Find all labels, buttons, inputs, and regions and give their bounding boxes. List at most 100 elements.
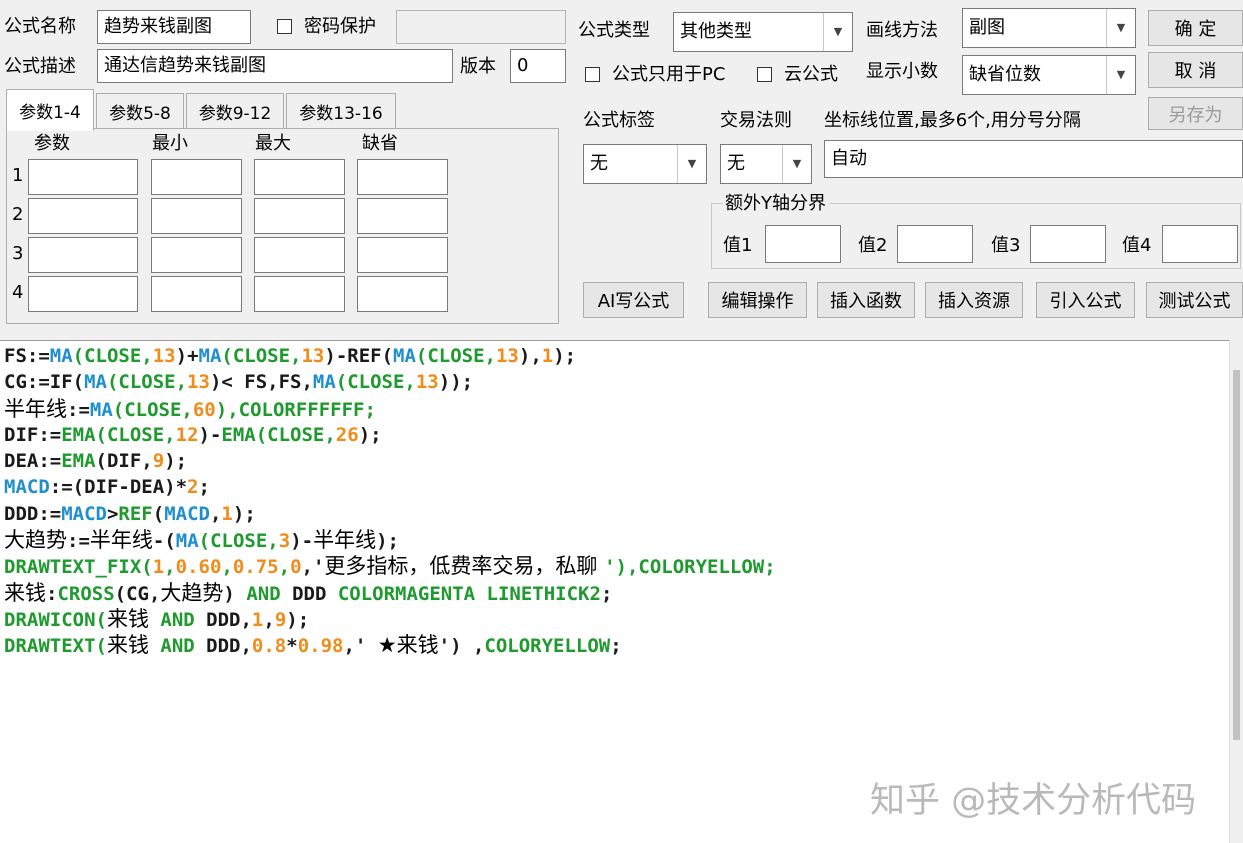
code-token: 2 bbox=[187, 476, 199, 499]
formula-tag-select[interactable]: 无 ▼ bbox=[583, 144, 707, 184]
param-2-default-input[interactable] bbox=[357, 198, 448, 234]
param-3-max-input[interactable] bbox=[254, 237, 345, 273]
code-token: ; bbox=[610, 635, 622, 658]
code-text[interactable]: FS:=MA(CLOSE,13)+MA(CLOSE,13)-REF(MA(CLO… bbox=[4, 343, 776, 659]
chevron-down-icon[interactable]: ▼ bbox=[782, 145, 811, 183]
cancel-button[interactable]: 取 消 bbox=[1148, 52, 1243, 88]
code-line[interactable]: DEA:=EMA(DIF,9); bbox=[4, 448, 776, 474]
code-token: :=(DIF-DEA)* bbox=[49, 476, 188, 499]
test-formula-button[interactable]: 测试公式 bbox=[1146, 282, 1243, 318]
code-token: (CLOSE, bbox=[112, 398, 193, 421]
code-line[interactable]: DDD:=MACD>REF(MACD,1); bbox=[4, 501, 776, 527]
code-token: * bbox=[286, 635, 298, 658]
code-token: )< FS,FS, bbox=[209, 371, 313, 394]
code-token: 0.98 bbox=[297, 635, 344, 658]
insert-resource-button[interactable]: 插入资源 bbox=[925, 282, 1023, 318]
param-3-min-input[interactable] bbox=[151, 237, 242, 273]
editor-scrollbar[interactable] bbox=[1229, 340, 1243, 843]
code-line[interactable]: 半年线:=MA(CLOSE,60),COLORFFFFFF; bbox=[4, 396, 776, 422]
code-line[interactable]: CG:=IF(MA(CLOSE,13)< FS,FS,MA(CLOSE,13))… bbox=[4, 369, 776, 395]
value2-input[interactable] bbox=[897, 225, 973, 263]
code-line[interactable]: 大趋势:=半年线-(MA(CLOSE,3)-半年线); bbox=[4, 527, 776, 553]
chevron-down-icon[interactable]: ▼ bbox=[1106, 9, 1135, 47]
code-token: MA bbox=[393, 345, 416, 367]
cloud-checkbox[interactable] bbox=[757, 67, 772, 82]
code-line[interactable]: DRAWTEXT_FIX(1,0.60,0.75,0,'更多指标，低费率交易，私… bbox=[4, 553, 776, 579]
trade-rule-value: 无 bbox=[727, 153, 745, 174]
value1-label: 值1 bbox=[723, 235, 753, 256]
code-token: (CLOSE, bbox=[95, 423, 176, 446]
chevron-down-icon[interactable]: ▼ bbox=[677, 145, 706, 183]
pc-only-checkbox[interactable] bbox=[585, 67, 600, 82]
param-row-number: 1 bbox=[12, 165, 24, 186]
code-token: 1 bbox=[541, 345, 554, 367]
code-token: (CLOSE, bbox=[415, 345, 496, 367]
param-4-max-input[interactable] bbox=[254, 276, 345, 312]
code-token: 1 bbox=[221, 502, 233, 525]
code-token: ') , bbox=[438, 635, 485, 658]
param-1-min-input[interactable] bbox=[151, 159, 242, 195]
version-label: 版本 bbox=[460, 56, 496, 77]
code-line[interactable]: DRAWICON(来钱 AND DDD,1,9); bbox=[4, 606, 776, 632]
version-input[interactable]: 0 bbox=[510, 49, 566, 83]
param-4-name-input[interactable] bbox=[28, 276, 138, 312]
code-token: 0.8 bbox=[251, 635, 287, 658]
code-editor[interactable]: FS:=MA(CLOSE,13)+MA(CLOSE,13)-REF(MA(CLO… bbox=[0, 340, 1229, 843]
param-header-max: 最大 bbox=[255, 133, 291, 154]
param-4-min-input[interactable] bbox=[151, 276, 242, 312]
param-2-min-input[interactable] bbox=[151, 198, 242, 234]
formula-name-input[interactable]: 趋势来钱副图 bbox=[97, 10, 251, 44]
param-3-default-input[interactable] bbox=[357, 237, 448, 273]
formula-desc-input[interactable]: 通达信趋势来钱副图 bbox=[97, 49, 453, 83]
trade-rule-select[interactable]: 无 ▼ bbox=[720, 144, 812, 184]
tab-params-9-12[interactable]: 参数9-12 bbox=[186, 93, 284, 129]
scrollbar-thumb[interactable] bbox=[1233, 370, 1240, 740]
param-1-max-input[interactable] bbox=[254, 159, 345, 195]
ai-write-formula-button[interactable]: AI写公式 bbox=[583, 282, 684, 318]
code-line[interactable]: FS:=MA(CLOSE,13)+MA(CLOSE,13)-REF(MA(CLO… bbox=[4, 343, 776, 369]
chevron-down-icon[interactable]: ▼ bbox=[823, 13, 852, 51]
tab-params-1-4[interactable]: 参数1-4 bbox=[6, 89, 94, 131]
formula-type-select[interactable]: 其他类型 ▼ bbox=[673, 12, 853, 52]
tab-params-5-8[interactable]: 参数5-8 bbox=[96, 93, 184, 129]
code-token: 来钱 bbox=[106, 606, 149, 631]
trade-rule-label: 交易法则 bbox=[720, 110, 792, 131]
code-token: DDD bbox=[280, 582, 338, 605]
edit-operation-button[interactable]: 编辑操作 bbox=[708, 282, 807, 318]
value3-input[interactable] bbox=[1030, 225, 1106, 263]
code-line[interactable]: 来钱:CROSS(CG,大趋势) AND DDD COLORMAGENTA LI… bbox=[4, 580, 776, 606]
ok-button[interactable]: 确 定 bbox=[1148, 10, 1243, 46]
password-input[interactable] bbox=[396, 10, 566, 44]
decimal-select[interactable]: 缺省位数 ▼ bbox=[962, 55, 1136, 95]
param-2-name-input[interactable] bbox=[28, 198, 138, 234]
code-token: 26 bbox=[335, 423, 359, 446]
code-token: MA bbox=[312, 371, 336, 394]
code-token: , bbox=[221, 556, 233, 579]
value4-input[interactable] bbox=[1162, 225, 1238, 263]
param-1-default-input[interactable] bbox=[357, 159, 448, 195]
param-row-number: 3 bbox=[12, 243, 24, 264]
save-as-button[interactable]: 另存为 bbox=[1148, 97, 1243, 130]
param-3-name-input[interactable] bbox=[28, 237, 138, 273]
code-line[interactable]: DRAWTEXT(来钱 AND DDD,0.8*0.98,' ★来钱') ,CO… bbox=[4, 632, 776, 658]
formula-tag-value: 无 bbox=[590, 153, 608, 174]
code-token: , bbox=[278, 556, 291, 579]
param-2-max-input[interactable] bbox=[254, 198, 345, 234]
password-checkbox[interactable] bbox=[277, 19, 292, 34]
param-1-name-input[interactable] bbox=[28, 159, 138, 195]
draw-method-select[interactable]: 副图 ▼ bbox=[962, 8, 1136, 48]
tab-params-13-16[interactable]: 参数13-16 bbox=[286, 93, 396, 129]
code-token: 9 bbox=[274, 608, 287, 631]
coord-line-label: 坐标线位置,最多6个,用分号分隔 bbox=[824, 110, 1081, 131]
coord-line-input[interactable]: 自动 bbox=[824, 140, 1243, 178]
code-line[interactable]: MACD:=(DIF-DEA)*2; bbox=[4, 474, 776, 500]
value1-input[interactable] bbox=[765, 225, 841, 263]
chevron-down-icon[interactable]: ▼ bbox=[1106, 56, 1135, 94]
param-4-default-input[interactable] bbox=[357, 276, 448, 312]
code-token: MACD bbox=[4, 476, 50, 499]
code-token: EMA bbox=[61, 423, 96, 446]
code-line[interactable]: DIF:=EMA(CLOSE,12)-EMA(CLOSE,26); bbox=[4, 422, 776, 448]
code-token: EMA bbox=[61, 450, 96, 473]
import-formula-button[interactable]: 引入公式 bbox=[1036, 282, 1135, 318]
insert-function-button[interactable]: 插入函数 bbox=[817, 282, 915, 318]
